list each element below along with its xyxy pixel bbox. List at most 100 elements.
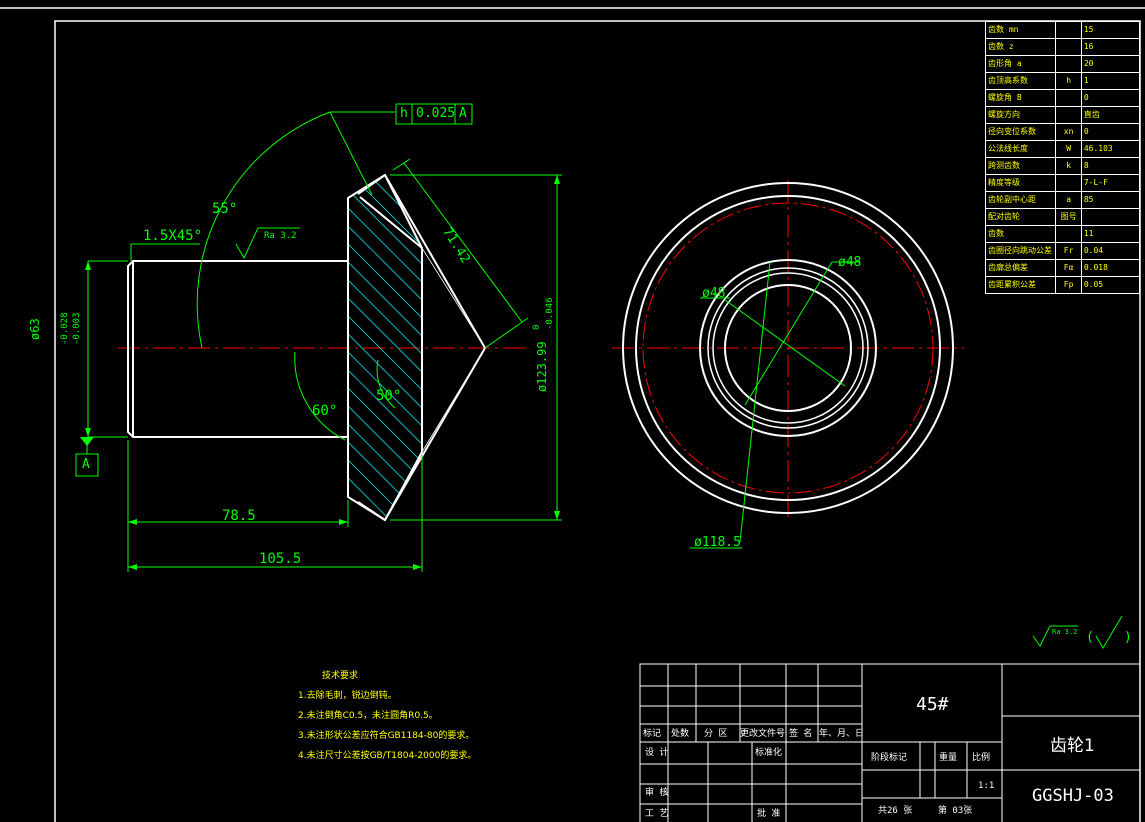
roughness-label: Ra 3.2 bbox=[264, 231, 297, 241]
param-row: 齿圈径向跳动公差 Fr 0.04 bbox=[984, 242, 1141, 260]
tol-symbol: h bbox=[400, 106, 408, 121]
datum-triangle bbox=[80, 437, 94, 446]
param-sym: a bbox=[1055, 191, 1082, 209]
angle-50: 50° bbox=[376, 388, 402, 404]
stage-label: 阶段标记 bbox=[871, 753, 908, 763]
process-label: 工 艺 bbox=[645, 809, 669, 819]
roughness-paren-left: ( bbox=[1086, 630, 1094, 645]
param-val: 0.04 bbox=[1080, 242, 1141, 260]
param-sym: Fp bbox=[1055, 276, 1082, 294]
param-val: 20 bbox=[1080, 55, 1141, 73]
gear-parameter-table: 齿数 mn 15 齿数 z 16 齿形角 a 20 齿顶高系数 h 1 螺旋角 B 0 螺旋方向 直齿径… bbox=[984, 21, 1141, 294]
param-val: 85 bbox=[1080, 191, 1141, 209]
param-val: 46.103 bbox=[1080, 140, 1141, 158]
col-sign: 签 名 bbox=[789, 729, 813, 739]
param-name: 齿圈径向跳动公差 bbox=[984, 242, 1057, 260]
section-view bbox=[75, 103, 562, 572]
frame bbox=[0, 7, 1145, 822]
approve-label: 批 准 bbox=[757, 809, 781, 819]
param-sym bbox=[1055, 89, 1082, 107]
notes-title: 技术要求 bbox=[322, 671, 359, 681]
param-row: 配对齿轮 图号 bbox=[984, 208, 1141, 226]
param-row: 公法线长度 W 46.103 bbox=[984, 140, 1141, 158]
param-row: 齿形角 a 20 bbox=[984, 55, 1141, 73]
param-sym: Fα bbox=[1055, 259, 1082, 277]
dim-d48-left: ø48 bbox=[702, 286, 726, 301]
dim-105-5: 105.5 bbox=[259, 551, 302, 567]
roughness-corner-mark bbox=[1032, 615, 1123, 649]
roughness-corner-label: Ra 3.2 bbox=[1052, 628, 1078, 636]
param-val: 15 bbox=[1080, 21, 1141, 39]
param-row: 齿数 mn 15 bbox=[984, 21, 1141, 39]
angle-60: 60° bbox=[312, 403, 338, 419]
param-val: 11 bbox=[1080, 225, 1141, 243]
dim-d123-tol-lo: -0.046 bbox=[545, 297, 555, 330]
dim-d63-tol-lo: -0.003 bbox=[72, 312, 82, 345]
drawing-number: GGSHJ-03 bbox=[1032, 786, 1114, 806]
scale-value: 1:1 bbox=[978, 781, 995, 791]
tol-datum: A bbox=[459, 106, 467, 121]
scale-label: 比例 bbox=[972, 753, 991, 763]
note-item: 4.未注尺寸公差按GB/T1804-2000的要求。 bbox=[298, 751, 477, 761]
d63-main: ø63 bbox=[28, 318, 42, 340]
angle-55: 55° bbox=[212, 201, 238, 217]
col-date: 年、月、日 bbox=[819, 729, 865, 739]
sheet-count: 共26 张 bbox=[878, 806, 913, 816]
param-val: 0.018 bbox=[1080, 259, 1141, 277]
param-sym: 图号 bbox=[1055, 208, 1082, 226]
param-row: 齿顶高系数 h 1 bbox=[984, 72, 1141, 90]
dim-d63-tol-up: -0.028 bbox=[60, 312, 70, 345]
note-item: 3.未注形状公差应符合GB1184-80的要求。 bbox=[298, 731, 475, 741]
param-name: 齿轮副中心距 bbox=[984, 191, 1057, 209]
param-val: 0 bbox=[1080, 123, 1141, 141]
review-label: 审 核 bbox=[645, 788, 669, 798]
note-item: 2.未注倒角C0.5，未注圆角R0.5。 bbox=[298, 711, 438, 721]
col-zone: 分 区 bbox=[704, 729, 728, 739]
param-name: 齿廓总偏差 bbox=[984, 259, 1057, 277]
param-sym bbox=[1055, 225, 1082, 243]
param-val: 直齿 bbox=[1080, 106, 1141, 124]
param-name: 精度等级 bbox=[984, 174, 1057, 192]
param-val: 16 bbox=[1080, 38, 1141, 56]
param-sym: k bbox=[1055, 157, 1082, 175]
standardization-label: 标准化 bbox=[755, 748, 783, 758]
material-label: 45# bbox=[916, 694, 949, 715]
roughness-paren-right: ) bbox=[1124, 630, 1132, 645]
dimension-lines bbox=[75, 103, 562, 572]
param-row: 齿轮副中心距 a 85 bbox=[984, 191, 1141, 209]
param-name: 齿数 mn bbox=[984, 21, 1057, 39]
param-sym: Fr bbox=[1055, 242, 1082, 260]
param-row: 螺旋方向 直齿 bbox=[984, 106, 1141, 124]
param-sym: xn bbox=[1055, 123, 1082, 141]
chamfer-label: 1.5X45° bbox=[143, 228, 203, 244]
technical-requirements: 技术要求 1.去除毛刺，锐边倒钝。 2.未注倒角C0.5，未注圆角R0.5。 3… bbox=[298, 666, 476, 766]
param-row: 精度等级 7-L-F bbox=[984, 174, 1141, 192]
param-sym bbox=[1055, 21, 1082, 39]
param-name: 螺旋角 B bbox=[984, 89, 1057, 107]
param-name: 螺旋方向 bbox=[984, 106, 1057, 124]
param-sym bbox=[1055, 55, 1082, 73]
tol-value: 0.025 bbox=[416, 106, 456, 121]
param-sym bbox=[1055, 106, 1082, 124]
weight-label: 重量 bbox=[939, 753, 958, 763]
param-sym: W bbox=[1055, 140, 1082, 158]
param-name: 齿数 z bbox=[984, 38, 1057, 56]
param-name: 跨测齿数 bbox=[984, 157, 1057, 175]
dim-d63: ø63 bbox=[28, 318, 42, 340]
param-sym: h bbox=[1055, 72, 1082, 90]
param-name: 齿距累积公差 bbox=[984, 276, 1057, 294]
param-sym bbox=[1055, 38, 1082, 56]
dim-78-5: 78.5 bbox=[222, 508, 256, 524]
dim-d123-tol-up: 0 bbox=[532, 324, 542, 330]
param-name: 径向变位系数 bbox=[984, 123, 1057, 141]
param-row: 齿廓总偏差 Fα 0.018 bbox=[984, 259, 1141, 277]
param-row: 齿数 11 bbox=[984, 225, 1141, 243]
col-count: 处数 bbox=[671, 729, 690, 739]
param-val: 7-L-F bbox=[1080, 174, 1141, 192]
param-name: 齿数 bbox=[984, 225, 1057, 243]
param-name: 齿顶高系数 bbox=[984, 72, 1057, 90]
param-row: 跨测齿数 k 8 bbox=[984, 157, 1141, 175]
front-view bbox=[612, 180, 964, 549]
param-sym bbox=[1055, 174, 1082, 192]
param-val: 0 bbox=[1080, 89, 1141, 107]
